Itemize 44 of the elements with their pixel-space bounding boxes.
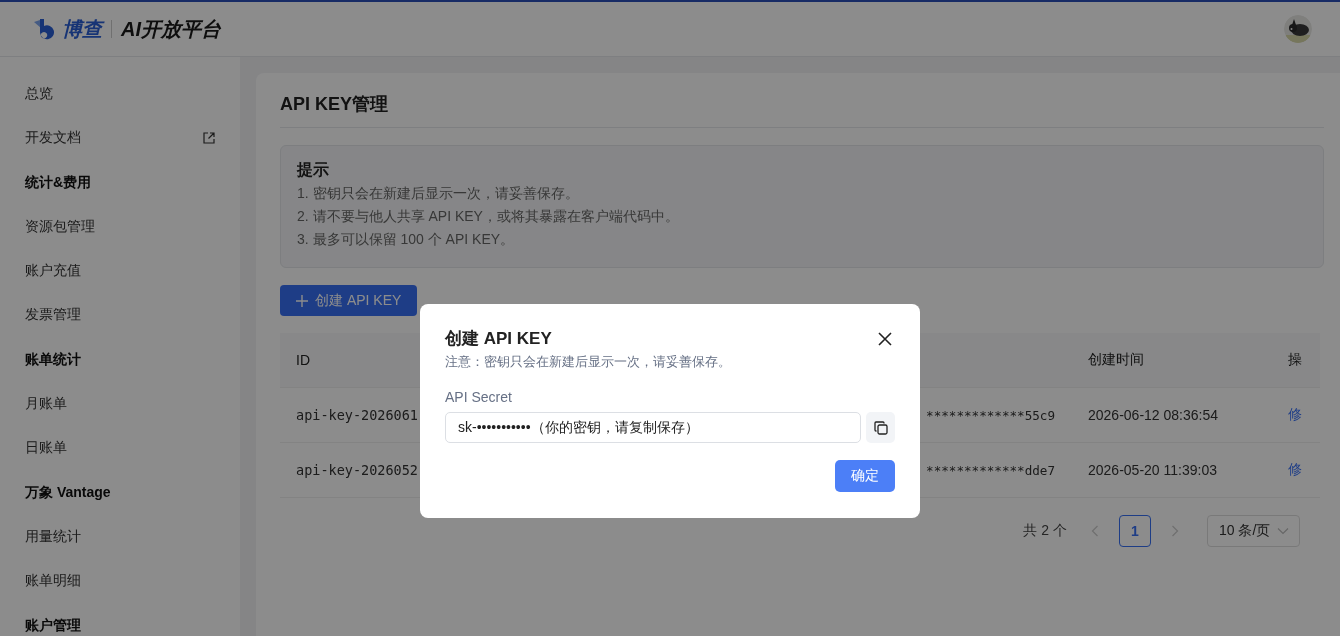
column-header: 操 bbox=[1288, 351, 1302, 367]
sidebar-item[interactable]: 账户充值 bbox=[0, 249, 240, 293]
sidebar-group-heading: 账户管理 bbox=[24, 615, 82, 635]
copy-icon bbox=[873, 420, 888, 435]
sidebar-item[interactable]: 用量统计 bbox=[0, 515, 240, 559]
create-key-button[interactable]: 创建 API KEY bbox=[280, 285, 418, 316]
page-title: API KEY管理 bbox=[280, 91, 1324, 128]
table-cell: *************55c9 bbox=[926, 407, 1055, 423]
tip-text: 2. 请不要与他人共享 API KEY，或将其暴露在客户端代码中。 bbox=[297, 207, 680, 226]
table-cell-text: 2026-06-12 08:36:54 bbox=[1087, 407, 1219, 423]
column-header: 创建时间 bbox=[1088, 351, 1144, 367]
edit-link[interactable]: 修 bbox=[1288, 461, 1302, 477]
tip-text: 1. 密钥只会在新建后显示一次，请妥善保存。 bbox=[297, 184, 580, 203]
sidebar-item[interactable]: 总览 bbox=[0, 72, 240, 116]
sidebar-item[interactable]: 开发文档 bbox=[0, 116, 240, 160]
sidebar-item[interactable]: 发票管理 bbox=[0, 293, 240, 337]
dialog-title: 创建 API KEY bbox=[445, 328, 552, 350]
close-icon[interactable] bbox=[878, 332, 892, 346]
total-count: 共 2 个 bbox=[1023, 522, 1067, 540]
sidebar-item[interactable]: 账单明细 bbox=[0, 559, 240, 603]
page-button[interactable]: 1 bbox=[1119, 515, 1151, 547]
sidebar-item[interactable]: 日账单 bbox=[0, 426, 240, 470]
table-cell-text: api-key-2026052 bbox=[295, 462, 419, 478]
dialog-note: 注意：密钥只会在新建后显示一次，请妥善保存。 bbox=[445, 353, 732, 371]
sidebar-group-heading: 统计&费用 bbox=[24, 172, 93, 192]
chevron-down-icon bbox=[1277, 527, 1289, 535]
table-cell: *************dde7 bbox=[926, 462, 1055, 478]
sidebar-item[interactable]: 资源包管理 bbox=[0, 205, 240, 249]
confirm-button[interactable]: 确定 bbox=[835, 460, 895, 492]
page-size-select[interactable]: 10 条/页 bbox=[1207, 515, 1300, 547]
edit-link[interactable]: 修 bbox=[1288, 406, 1302, 422]
copy-button[interactable] bbox=[866, 412, 895, 443]
column-header: ID bbox=[296, 352, 310, 368]
field-label: API Secret bbox=[445, 388, 513, 407]
sidebar-group-heading: 账单统计 bbox=[24, 349, 82, 369]
tip-title: 提示 bbox=[297, 160, 330, 180]
product-name: AI开放平台 bbox=[121, 16, 221, 42]
table-cell-text: api-key-2026061 bbox=[295, 407, 419, 423]
table-cell-text: 2026-05-20 11:39:03 bbox=[1087, 462, 1218, 478]
sidebar-group-heading: 万象 Vantage bbox=[24, 482, 112, 502]
plus-icon bbox=[296, 294, 308, 307]
sidebar-item[interactable]: 月账单 bbox=[0, 382, 240, 426]
tip-text: 3. 最多可以保留 100 个 API KEY。 bbox=[297, 230, 516, 249]
input-field[interactable]: sk-•••••••••••（你的密钥，请复制保存） bbox=[445, 412, 861, 443]
